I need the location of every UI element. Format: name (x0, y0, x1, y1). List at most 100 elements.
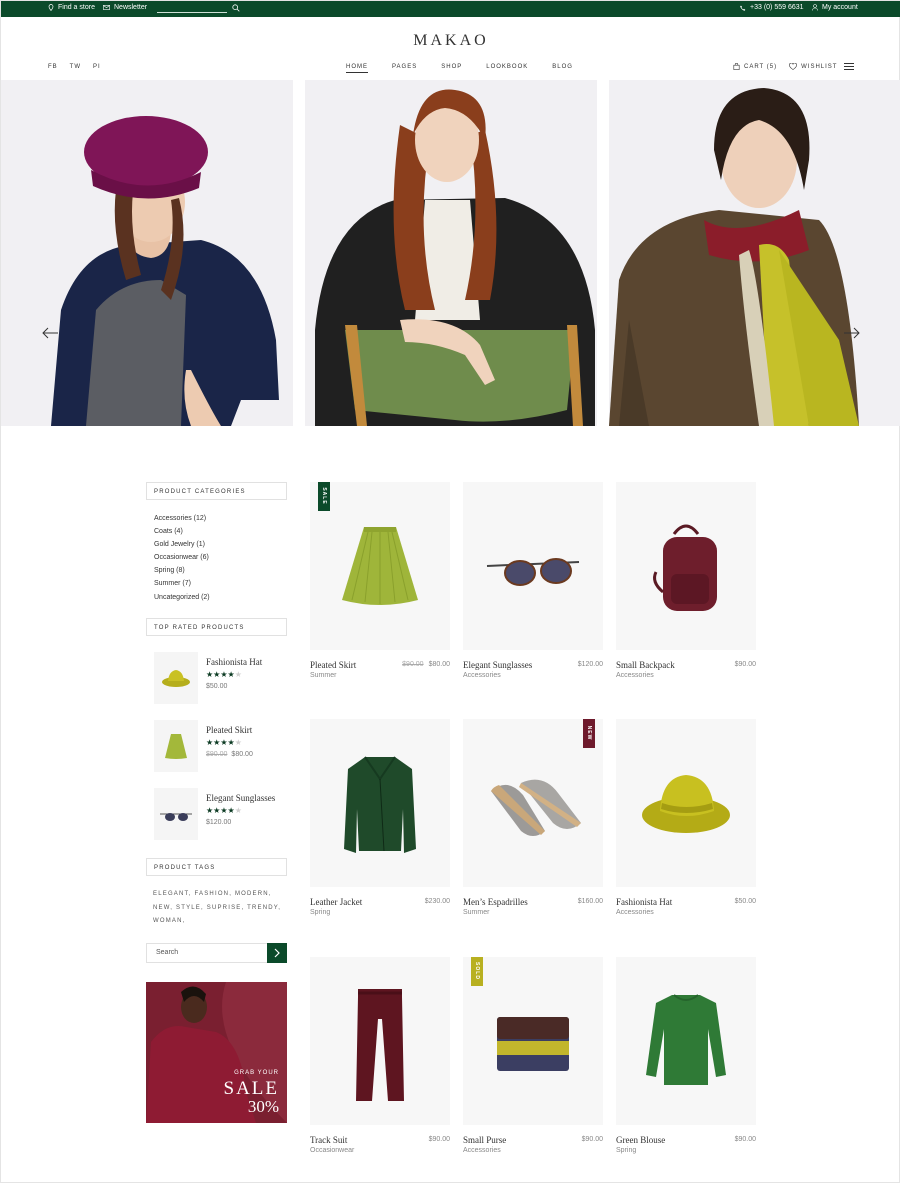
product-category[interactable]: Accessories (616, 909, 654, 916)
social-link-tw[interactable]: TW (70, 64, 81, 70)
top-rated-item[interactable]: Elegant Sunglasses ★★★★★ $120.00 (154, 788, 299, 843)
product-price: $120.00 (577, 661, 603, 668)
nav-lookbook[interactable]: LOOKBOOK (486, 64, 528, 70)
product-name[interactable]: Green Blouse (616, 1135, 665, 1145)
nav-pages[interactable]: PAGES (392, 64, 417, 70)
wishlist-label: WISHLIST (801, 63, 838, 70)
product-thumb[interactable] (154, 652, 198, 704)
product-image[interactable] (310, 957, 450, 1125)
product-name[interactable]: Elegant Sunglasses (463, 660, 532, 670)
menu-icon[interactable] (844, 63, 854, 72)
phone-link[interactable]: +33 (0) 559 6631 (740, 4, 804, 11)
product-card[interactable]: Fashionista Hat Accessories $50.00 (616, 719, 756, 916)
product-name[interactable]: Pleated Skirt (310, 660, 356, 670)
account-label: My account (822, 4, 858, 11)
espadrilles-image (491, 779, 581, 836)
product-name[interactable]: Small Purse (463, 1135, 506, 1145)
wishlist-link[interactable]: WISHLIST (789, 63, 837, 70)
newsletter-link[interactable]: Newsletter (103, 4, 147, 11)
category-link[interactable]: Gold Jewelry (1) (154, 538, 210, 551)
sunglasses-thumb-image (160, 813, 192, 821)
category-link[interactable]: Coats (4) (154, 525, 210, 538)
product-thumb[interactable] (154, 720, 198, 772)
category-link[interactable]: Occasionwear (6) (154, 551, 210, 564)
product-price: $90.00 (581, 1136, 603, 1143)
cart-link[interactable]: CART (5) (733, 63, 777, 70)
product-card[interactable]: Elegant Sunglasses Accessories $120.00 (463, 482, 603, 679)
product-image[interactable] (310, 482, 450, 650)
rating-stars: ★★★★★ (206, 738, 242, 747)
top-rated-widget-title: TOP RATED PRODUCTS (146, 618, 287, 636)
tag-line[interactable]: WOMAN, (153, 915, 293, 929)
product-card[interactable]: Small Backpack Accessories $90.00 (616, 482, 756, 679)
product-image[interactable] (310, 719, 450, 887)
account-link[interactable]: My account (812, 4, 858, 11)
main-nav: HOME PAGES SHOP LOOKBOOK BLOG (346, 64, 573, 73)
backpack-image (653, 524, 717, 611)
search-submit-button[interactable] (267, 943, 287, 963)
newsletter-input[interactable] (157, 12, 227, 13)
product-card[interactable]: Green Blouse Spring $90.00 (616, 957, 756, 1154)
category-link[interactable]: Spring (8) (154, 564, 210, 577)
product-card[interactable]: Leather Jacket Spring $230.00 (310, 719, 450, 916)
product-category[interactable]: Occasionwear (310, 1147, 354, 1154)
product-category[interactable]: Accessories (463, 672, 501, 679)
tag-cloud: ELEGANT, FASHION, MODERN, NEW, STYLE, SU… (153, 888, 293, 929)
skirt-thumb-image (165, 734, 187, 759)
nav-shop[interactable]: SHOP (441, 64, 462, 70)
product-category[interactable]: Spring (310, 909, 330, 916)
search-icon[interactable] (232, 4, 240, 12)
tag-line[interactable]: ELEGANT, FASHION, MODERN, (153, 888, 293, 902)
product-category[interactable]: Summer (310, 672, 336, 679)
top-rated-item[interactable]: Fashionista Hat ★★★★★ $50.00 (154, 652, 299, 707)
promo-line-3: 30% (247, 1097, 279, 1116)
find-store-link[interactable]: Find a store (48, 4, 95, 11)
product-image[interactable] (463, 957, 603, 1125)
tag-line[interactable]: NEW, STYLE, SUPRISE, TRENDY, (153, 902, 293, 916)
product-image[interactable] (463, 482, 603, 650)
location-pin-icon (48, 4, 54, 11)
product-name[interactable]: Small Backpack (616, 660, 675, 670)
social-link-fb[interactable]: FB (48, 64, 58, 70)
site-logo[interactable]: MAKAO (1, 32, 900, 50)
product-card[interactable]: SOLD Small Purse Accessories $90.00 (463, 957, 603, 1154)
product-name[interactable]: Fashionista Hat (616, 897, 672, 907)
slider-next-arrow[interactable] (843, 326, 861, 339)
nav-blog[interactable]: BLOG (552, 64, 573, 70)
product-image[interactable] (616, 957, 756, 1125)
product-name[interactable]: Track Suit (310, 1135, 347, 1145)
category-link[interactable]: Uncategorized (2) (154, 591, 210, 604)
category-link[interactable]: Summer (7) (154, 577, 210, 590)
product-category[interactable]: Summer (463, 909, 489, 916)
product-card[interactable]: NEW Men’s Espadrilles Summer $160.00 (463, 719, 603, 916)
product-card[interactable]: SALE Pleated Skirt Summer $90.00 $80.00 (310, 482, 450, 679)
nav-home[interactable]: HOME (346, 64, 368, 73)
product-image[interactable] (616, 719, 756, 887)
top-rated-name[interactable]: Elegant Sunglasses (206, 793, 275, 803)
social-link-pi[interactable]: PI (93, 64, 101, 70)
product-category[interactable]: Spring (616, 1147, 636, 1154)
tags-widget-title: PRODUCT TAGS (146, 858, 287, 876)
product-thumb[interactable] (154, 788, 198, 840)
hero-slide-beret (1, 80, 293, 426)
product-category[interactable]: Accessories (616, 672, 654, 679)
top-rated-item[interactable]: Pleated Skirt ★★★★★ $90.00 $80.00 (154, 720, 299, 775)
sidebar-search[interactable]: Search (146, 943, 287, 963)
category-link[interactable]: Accessories (12) (154, 512, 210, 525)
heart-icon (789, 63, 797, 70)
leather-jacket-image (344, 756, 416, 853)
product-image[interactable] (463, 719, 603, 887)
top-rated-name[interactable]: Pleated Skirt (206, 725, 252, 735)
product-card[interactable]: Track Suit Occasionwear $90.00 (310, 957, 450, 1154)
product-image[interactable] (616, 482, 756, 650)
product-category[interactable]: Accessories (463, 1147, 501, 1154)
product-name[interactable]: Leather Jacket (310, 897, 362, 907)
top-rated-name[interactable]: Fashionista Hat (206, 657, 262, 667)
product-name[interactable]: Men’s Espadrilles (463, 897, 528, 907)
new-badge: NEW (583, 719, 595, 748)
top-rated-price: $120.00 (206, 819, 232, 826)
search-input[interactable]: Search (156, 949, 178, 956)
chevron-right-icon (274, 948, 280, 958)
slider-prev-arrow[interactable] (41, 326, 59, 339)
sale-promo-banner[interactable]: GRAB YOUR SALE 30% (146, 982, 287, 1123)
